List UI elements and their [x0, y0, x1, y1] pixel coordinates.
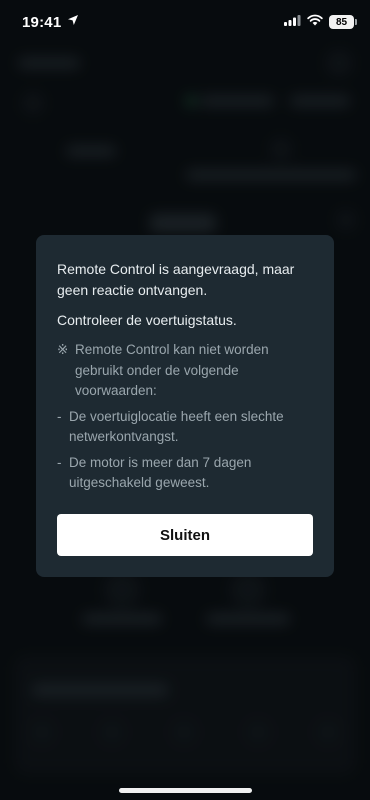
wifi-icon	[307, 13, 323, 31]
cellular-signal-icon	[284, 13, 301, 31]
condition-item: - De motor is meer dan 7 dagen uitgescha…	[57, 453, 313, 494]
app-screen: 19:41 85 Remote Control is aangevraagd, …	[0, 0, 370, 800]
condition-text: De motor is meer dan 7 dagen uitgeschake…	[69, 454, 252, 491]
dialog-instruction: Controleer de voertuigstatus.	[57, 312, 237, 328]
close-button[interactable]: Sluiten	[57, 514, 313, 556]
location-arrow-icon	[67, 13, 79, 31]
battery-icon: 85	[329, 15, 357, 29]
remote-control-error-dialog: Remote Control is aangevraagd, maar geen…	[36, 235, 334, 577]
dialog-note: ※ Remote Control kan niet worden gebruik…	[57, 340, 313, 402]
status-time: 19:41	[22, 13, 62, 31]
home-indicator[interactable]	[119, 788, 252, 793]
status-bar: 19:41 85	[0, 0, 370, 44]
bullet-dash: -	[57, 408, 62, 424]
note-symbol: ※	[57, 342, 69, 357]
note-text: Remote Control kan niet worden gebruikt …	[75, 342, 269, 398]
dialog-message: Remote Control is aangevraagd, maar geen…	[57, 261, 295, 298]
bullet-dash: -	[57, 454, 62, 470]
condition-item: - De voertuiglocatie heeft een slechte n…	[57, 407, 313, 448]
condition-text: De voertuiglocatie heeft een slechte net…	[69, 408, 284, 445]
battery-level: 85	[335, 16, 348, 28]
